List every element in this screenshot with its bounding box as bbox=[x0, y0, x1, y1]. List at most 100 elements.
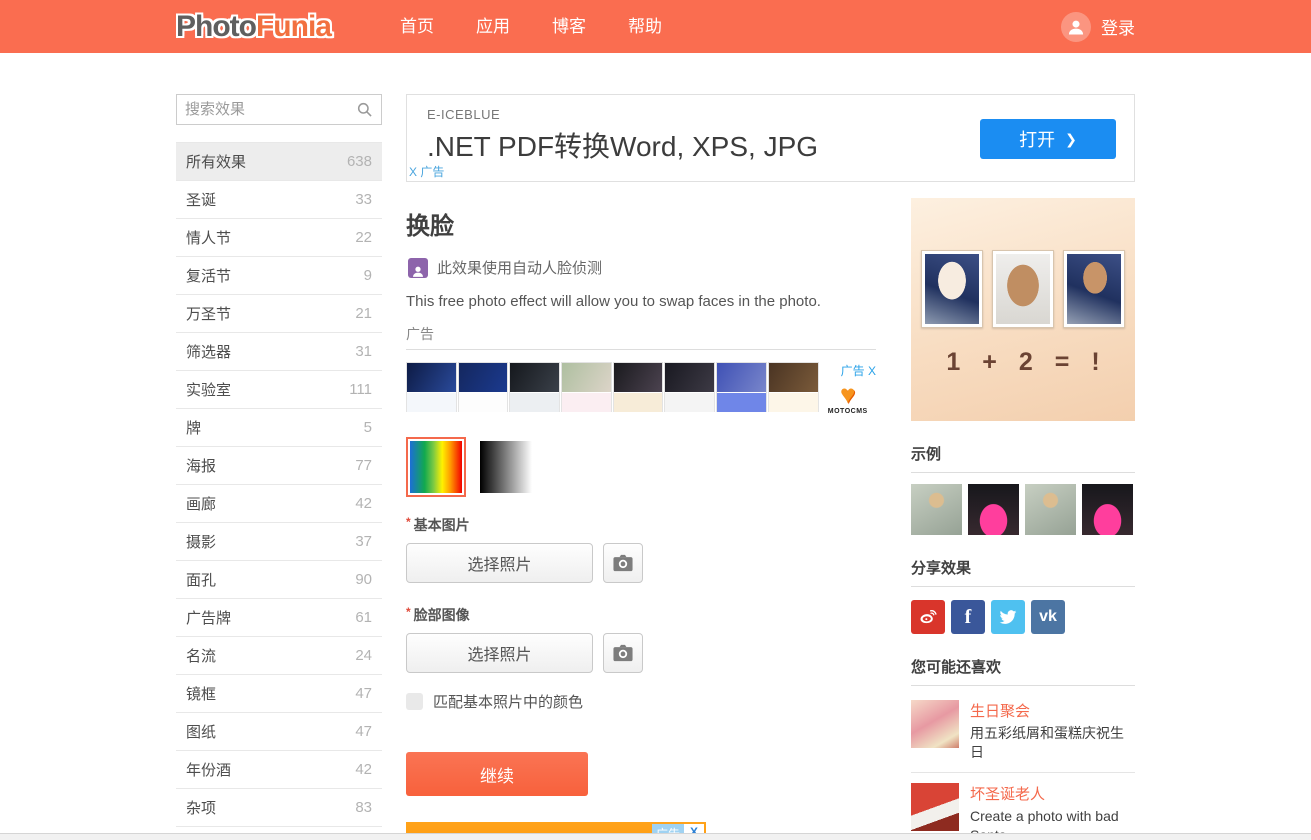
category-sidebar: 所有效果638 圣诞33 情人节22 复活节9 万圣节21 筛选器31 实验室1… bbox=[176, 94, 382, 840]
ad-thumb[interactable] bbox=[716, 362, 767, 412]
search-box bbox=[176, 94, 382, 125]
camera-icon bbox=[612, 553, 634, 573]
motocms-heart-icon: ♥ bbox=[840, 381, 855, 407]
category-item-frames[interactable]: 镜框47 bbox=[176, 675, 382, 713]
face-detection-label: 此效果使用自动人脸侦测 bbox=[437, 257, 602, 278]
promo-photo-face bbox=[992, 250, 1054, 328]
examples-title: 示例 bbox=[911, 443, 1135, 473]
category-item-valentines[interactable]: 情人节22 bbox=[176, 219, 382, 257]
user-avatar-icon bbox=[1061, 12, 1091, 42]
top-banner-ad[interactable]: E-ICEBLUE .NET PDF转换Word, XPS, JPG 打开 ❯ … bbox=[406, 94, 1135, 182]
photofunia-logo[interactable]: PhotoFunia bbox=[176, 10, 331, 44]
match-colors-label: 匹配基本照片中的颜色 bbox=[433, 691, 583, 712]
match-colors-checkbox[interactable] bbox=[406, 693, 423, 710]
faceswap-promo-ad[interactable]: 1 + 2 = ! bbox=[911, 198, 1135, 421]
category-item-billboards[interactable]: 广告牌61 bbox=[176, 599, 382, 637]
category-item-misc[interactable]: 杂项83 bbox=[176, 789, 382, 827]
required-mark: * bbox=[406, 605, 411, 619]
style-swatches bbox=[406, 441, 876, 493]
suggestion-birthday-party[interactable]: 生日聚会 用五彩纸屑和蛋糕庆祝生日 bbox=[911, 698, 1135, 773]
search-icon[interactable] bbox=[356, 101, 373, 118]
category-item-faces[interactable]: 面孔90 bbox=[176, 561, 382, 599]
promo-photo-base bbox=[921, 250, 983, 328]
share-buttons: f vk bbox=[911, 600, 1135, 634]
suggestion-bad-santa[interactable]: 坏圣诞老人 Create a photo with bad Santa bbox=[911, 773, 1135, 840]
suggestion-link[interactable]: 坏圣诞老人 bbox=[970, 783, 1135, 804]
nav-item-blog[interactable]: 博客 bbox=[531, 0, 607, 53]
ad-thumb[interactable] bbox=[561, 362, 612, 412]
base-photo-label: *基本图片 bbox=[406, 515, 876, 535]
motocms-brand-label: MOTOCMS bbox=[828, 408, 868, 415]
swatch-color-selected[interactable] bbox=[406, 437, 466, 497]
facebook-share-button[interactable]: f bbox=[951, 600, 985, 634]
category-item-drawings[interactable]: 图纸47 bbox=[176, 713, 382, 751]
base-photo-camera-button[interactable] bbox=[603, 543, 643, 583]
category-item-filters[interactable]: 筛选器31 bbox=[176, 333, 382, 371]
ad-thumb[interactable] bbox=[458, 362, 509, 412]
login-button[interactable]: 登录 bbox=[1061, 12, 1135, 42]
nav-item-help[interactable]: 帮助 bbox=[607, 0, 683, 53]
twitter-icon bbox=[998, 607, 1018, 627]
required-mark: * bbox=[406, 515, 411, 529]
face-detection-icon bbox=[408, 258, 428, 278]
category-item-celebrities[interactable]: 名流24 bbox=[176, 637, 382, 675]
example-thumb[interactable] bbox=[1082, 484, 1133, 535]
swatch-grayscale[interactable] bbox=[480, 441, 532, 493]
category-item-halloween[interactable]: 万圣节21 bbox=[176, 295, 382, 333]
page-title: 换脸 bbox=[406, 206, 876, 241]
chevron-right-icon: ❯ bbox=[1065, 131, 1077, 148]
category-item-christmas[interactable]: 圣诞33 bbox=[176, 181, 382, 219]
adchoices-close[interactable]: X 广告 bbox=[409, 163, 444, 180]
effect-description: This free photo effect will allow you to… bbox=[406, 293, 876, 310]
vk-share-button[interactable]: vk bbox=[1031, 600, 1065, 634]
ad-thumb[interactable] bbox=[664, 362, 715, 412]
category-item-galleries[interactable]: 画廊42 bbox=[176, 485, 382, 523]
category-item-easter[interactable]: 复活节9 bbox=[176, 257, 382, 295]
suggestion-link[interactable]: 生日聚会 bbox=[970, 700, 1135, 721]
nav-item-home[interactable]: 首页 bbox=[379, 0, 455, 53]
category-item-lab[interactable]: 实验室111 bbox=[176, 371, 382, 409]
category-item-vintage[interactable]: 年份酒42 bbox=[176, 751, 382, 789]
ad-thumb[interactable] bbox=[613, 362, 664, 412]
footer-strip bbox=[0, 833, 1311, 840]
nav-item-apps[interactable]: 应用 bbox=[455, 0, 531, 53]
logo-part-funia: Funia bbox=[256, 10, 331, 43]
promo-photo-result bbox=[1063, 250, 1125, 328]
ad-thumb[interactable] bbox=[768, 362, 819, 412]
ad-tag-close[interactable]: 广告 X bbox=[841, 362, 876, 379]
continue-button[interactable]: 继续 bbox=[406, 752, 588, 796]
main-content: E-ICEBLUE .NET PDF转换Word, XPS, JPG 打开 ❯ … bbox=[406, 94, 1135, 840]
category-item-posters[interactable]: 海报77 bbox=[176, 447, 382, 485]
facebook-icon: f bbox=[965, 606, 972, 629]
face-photo-label: *脸部图像 bbox=[406, 605, 876, 625]
match-colors-row: 匹配基本照片中的颜色 bbox=[406, 691, 876, 712]
main-nav: 首页 应用 博客 帮助 bbox=[379, 0, 683, 53]
twitter-share-button[interactable] bbox=[991, 600, 1025, 634]
suggestion-thumb[interactable] bbox=[911, 783, 959, 831]
ad-open-button[interactable]: 打开 ❯ bbox=[980, 119, 1116, 159]
suggestion-desc: 用五彩纸屑和蛋糕庆祝生日 bbox=[970, 724, 1135, 762]
example-thumb[interactable] bbox=[968, 484, 1019, 535]
vk-icon: vk bbox=[1039, 608, 1057, 626]
example-thumbs bbox=[911, 484, 1135, 535]
base-photo-choose-button[interactable]: 选择照片 bbox=[406, 543, 593, 583]
example-thumb[interactable] bbox=[1025, 484, 1076, 535]
promo-equation: 1 + 2 = ! bbox=[946, 348, 1099, 377]
logo-part-photo: Photo bbox=[176, 10, 256, 43]
example-thumb[interactable] bbox=[911, 484, 962, 535]
weibo-share-button[interactable] bbox=[911, 600, 945, 634]
camera-icon bbox=[612, 643, 634, 663]
face-photo-camera-button[interactable] bbox=[603, 633, 643, 673]
face-detection-note: 此效果使用自动人脸侦测 bbox=[408, 257, 876, 278]
category-item-cards[interactable]: 牌5 bbox=[176, 409, 382, 447]
ad-thumb[interactable] bbox=[509, 362, 560, 412]
motocms-ad-logo[interactable]: 广告 X ♥ MOTOCMS bbox=[820, 362, 876, 415]
site-header: PhotoFunia 首页 应用 博客 帮助 登录 bbox=[0, 0, 1311, 53]
suggestion-thumb[interactable] bbox=[911, 700, 959, 748]
share-title: 分享效果 bbox=[911, 557, 1135, 587]
category-item-photography[interactable]: 摄影37 bbox=[176, 523, 382, 561]
ad-thumb[interactable] bbox=[406, 362, 457, 412]
face-photo-choose-button[interactable]: 选择照片 bbox=[406, 633, 593, 673]
search-input[interactable] bbox=[185, 101, 356, 118]
category-item-all[interactable]: 所有效果638 bbox=[176, 142, 382, 181]
